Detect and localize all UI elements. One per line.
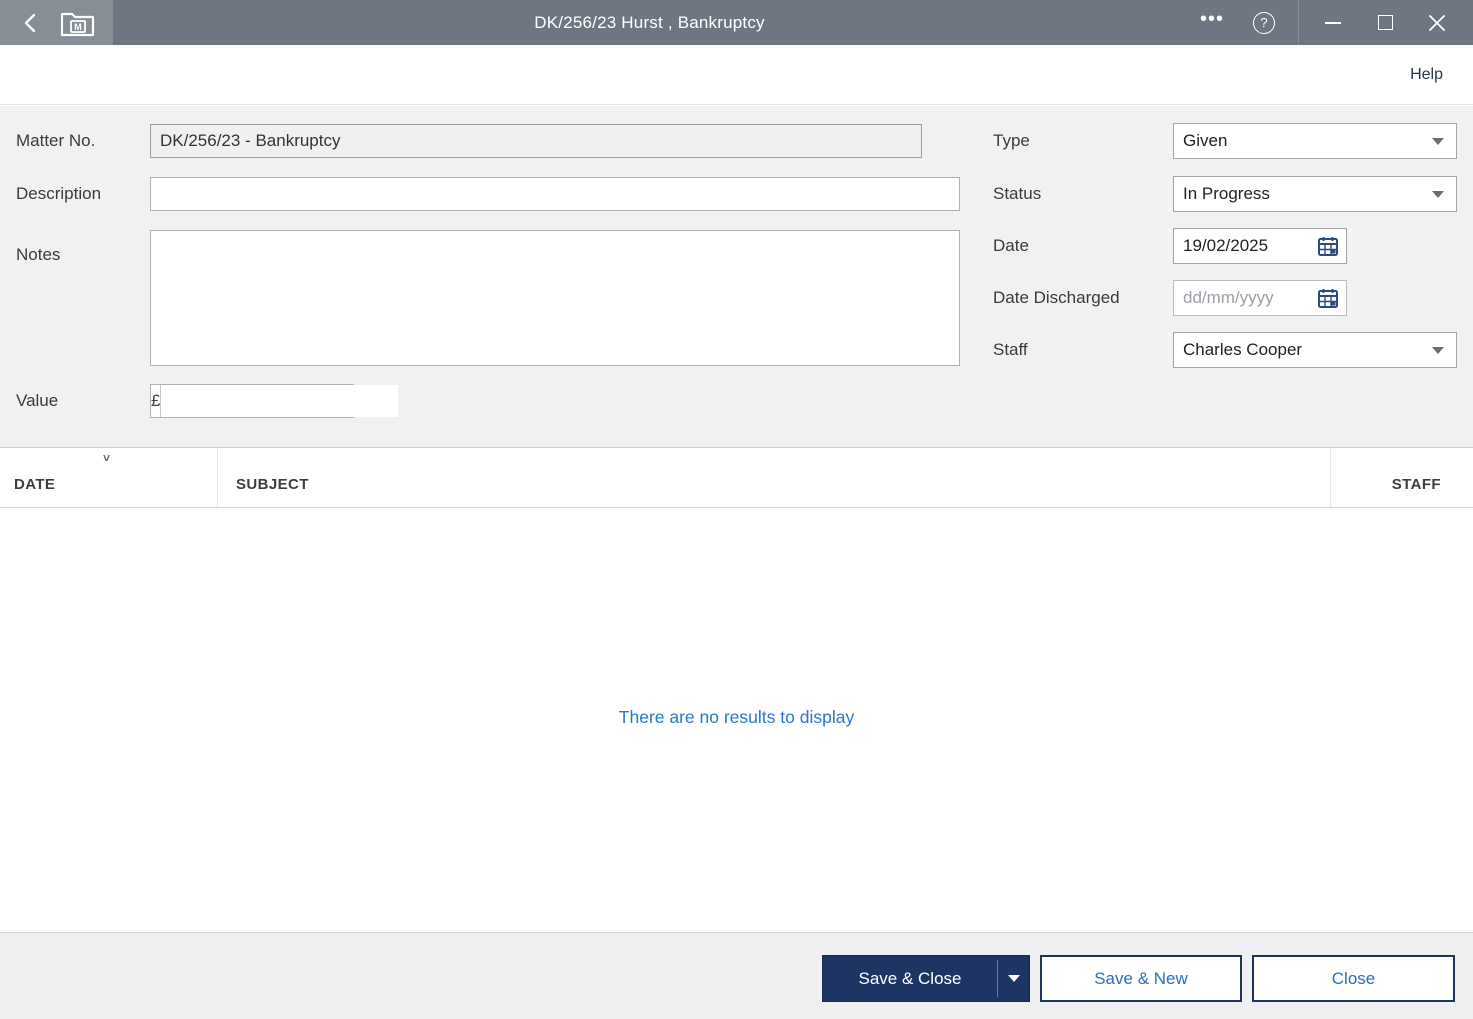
status-dropdown-value: In Progress xyxy=(1183,184,1270,203)
question-circle-icon: ? xyxy=(1253,11,1275,34)
date-discharged-label: Date Discharged xyxy=(993,288,1120,307)
form-section: Matter No. Description Notes Value £ Typ… xyxy=(0,106,1473,447)
calendar-icon[interactable] xyxy=(1317,287,1339,309)
column-header-date[interactable]: DATE ˅ xyxy=(0,448,218,507)
notes-textarea[interactable] xyxy=(150,230,960,366)
minimize-icon xyxy=(1325,21,1341,24)
close-button[interactable]: Close xyxy=(1252,955,1455,1002)
column-header-date-label: DATE xyxy=(14,476,56,493)
staff-dropdown-value: Charles Cooper xyxy=(1183,340,1303,359)
caret-down-icon xyxy=(1007,975,1020,982)
staff-label: Staff xyxy=(993,340,1028,359)
results-grid-header: DATE ˅ SUBJECT STAFF xyxy=(0,447,1473,508)
footer-bar: Save & Close Save & New Close xyxy=(0,932,1473,1019)
save-new-button[interactable]: Save & New xyxy=(1040,955,1242,1002)
type-dropdown-value: Given xyxy=(1183,131,1228,150)
save-close-split-button: Save & Close xyxy=(822,955,1030,1002)
maximize-icon xyxy=(1377,15,1393,30)
close-icon xyxy=(1429,14,1445,31)
value-label: Value xyxy=(16,391,59,410)
titlebar-controls: ••• ? xyxy=(1186,0,1473,45)
maximize-button[interactable] xyxy=(1359,0,1411,45)
value-input[interactable] xyxy=(161,385,399,417)
date-input[interactable] xyxy=(1174,236,1292,256)
subtoolbar: Help xyxy=(0,45,1473,105)
description-input[interactable] xyxy=(150,177,960,211)
results-body: There are no results to display xyxy=(0,509,1473,932)
svg-text:M: M xyxy=(75,22,83,32)
chevron-down-icon xyxy=(1432,138,1444,145)
close-window-button[interactable] xyxy=(1411,0,1463,45)
notes-label: Notes xyxy=(16,245,61,264)
description-label: Description xyxy=(16,184,102,203)
help-button[interactable]: ? xyxy=(1238,0,1290,45)
titlebar-divider xyxy=(1298,0,1299,45)
record-window: M DK/256/23 Hurst , Bankruptcy ••• ? Hel… xyxy=(0,0,1473,1019)
matter-no-label: Matter No. xyxy=(16,131,96,150)
staff-dropdown[interactable]: Charles Cooper xyxy=(1173,332,1457,368)
status-label: Status xyxy=(993,184,1042,203)
matter-no-input[interactable] xyxy=(150,124,922,158)
title-zone: DK/256/23 Hurst , Bankruptcy xyxy=(113,0,1186,45)
type-dropdown[interactable]: Given xyxy=(1173,123,1457,159)
titlebar-left-segment: M xyxy=(0,0,113,45)
column-header-staff[interactable]: STAFF xyxy=(1330,448,1473,507)
ellipsis-icon: ••• xyxy=(1199,7,1224,30)
date-field xyxy=(1173,228,1347,264)
help-link[interactable]: Help xyxy=(1410,45,1443,105)
sort-chevron-icon[interactable]: ˅ xyxy=(103,451,110,465)
currency-symbol: £ xyxy=(151,385,162,417)
calendar-icon[interactable] xyxy=(1317,235,1339,257)
minimize-button[interactable] xyxy=(1307,0,1359,45)
date-label: Date xyxy=(993,236,1029,255)
column-header-staff-label: STAFF xyxy=(1391,476,1441,493)
back-button[interactable] xyxy=(16,9,44,37)
save-close-dropdown-button[interactable] xyxy=(998,956,1029,1001)
value-field-group: £ xyxy=(150,384,399,418)
empty-results-message: There are no results to display xyxy=(618,707,855,727)
date-discharged-field xyxy=(1173,280,1347,316)
chevron-down-icon xyxy=(1432,191,1444,198)
window-title: DK/256/23 Hurst , Bankruptcy xyxy=(534,12,765,32)
more-options-button[interactable]: ••• xyxy=(1186,0,1238,45)
status-dropdown[interactable]: In Progress xyxy=(1173,176,1457,212)
save-close-button[interactable]: Save & Close xyxy=(823,956,997,1001)
chevron-down-icon xyxy=(1432,347,1444,354)
column-header-subject[interactable]: SUBJECT xyxy=(218,448,1330,507)
matter-folder-icon[interactable]: M xyxy=(59,8,97,38)
column-header-subject-label: SUBJECT xyxy=(236,476,309,493)
titlebar: M DK/256/23 Hurst , Bankruptcy ••• ? xyxy=(0,0,1473,45)
date-discharged-input[interactable] xyxy=(1174,288,1292,308)
type-label: Type xyxy=(993,131,1030,150)
